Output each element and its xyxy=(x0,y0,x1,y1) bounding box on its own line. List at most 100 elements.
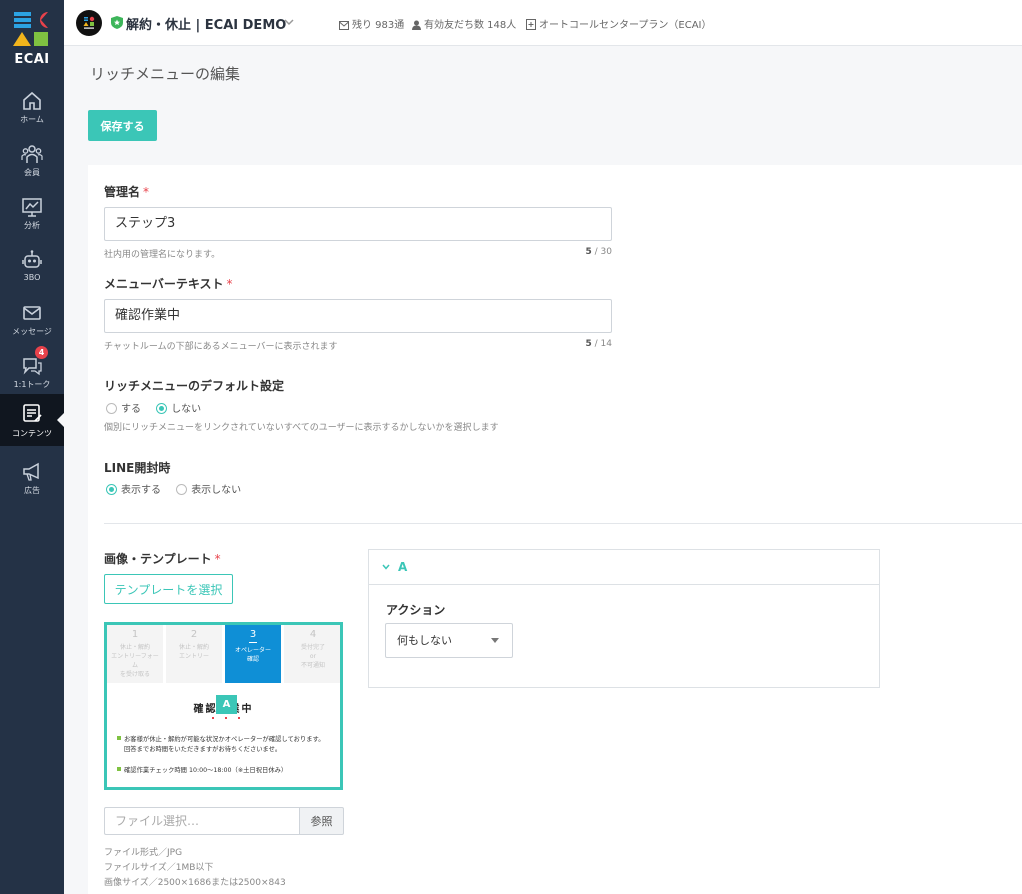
bar-text-input[interactable]: 確認作業中 xyxy=(104,299,612,333)
action-panel-header[interactable]: A xyxy=(369,550,879,585)
action-select[interactable]: 何もしない xyxy=(385,623,513,658)
members-icon xyxy=(21,145,43,163)
file-note: ファイルサイズ／1MB以下 xyxy=(104,863,214,873)
default-setting-radios: する しない xyxy=(106,400,213,415)
chevron-down-icon[interactable] xyxy=(284,17,294,27)
home-icon xyxy=(23,91,41,110)
robot-icon xyxy=(22,250,42,268)
area-marker-a[interactable]: A xyxy=(216,695,237,714)
sidebar-item-3bo[interactable]: 3BO xyxy=(0,245,64,297)
radio-label: する xyxy=(121,404,141,415)
form-card: 管理名 * ステップ3 社内用の管理名になります。 5 / 30 メニューバーテキ… xyxy=(88,165,1022,894)
sidebar-item-content[interactable]: コンテンツ xyxy=(0,394,64,446)
radio-selected-icon xyxy=(156,403,168,414)
name-count: 5 xyxy=(585,247,592,257)
file-select-input[interactable]: ファイル選択… xyxy=(104,807,300,835)
verified-shield-icon xyxy=(111,16,123,29)
sidebar-item-label: ホーム xyxy=(20,115,44,124)
ecai-logo[interactable]: ECAI xyxy=(12,10,52,68)
account-logo-icon xyxy=(83,16,95,29)
chevron-down-icon xyxy=(382,564,390,570)
default-radio-off[interactable]: しない xyxy=(156,400,201,415)
mail-icon xyxy=(339,21,349,30)
top-header: 解約・休止 | ECAI DEMO 残り 983通 有効友だち数 148人 オー… xyxy=(64,0,1022,46)
file-note: ファイル形式／JPG xyxy=(104,848,183,858)
line-open-label: LINE開封時 xyxy=(104,461,171,475)
radio-selected-icon xyxy=(106,484,117,495)
preview-step: 1 休止・解約 エントリーフォーム を受け取る xyxy=(107,625,165,683)
sidebar-item-members[interactable]: 会員 xyxy=(0,139,64,191)
section-divider xyxy=(104,523,1022,524)
line-open-radio-show[interactable]: 表示する xyxy=(106,481,161,496)
preview-line: お客様が休止・解約が可能な状況かオペレーターが確認しております。 xyxy=(117,735,337,745)
message-icon xyxy=(23,306,41,320)
name-input[interactable]: ステップ3 xyxy=(104,207,612,241)
action-label: アクション xyxy=(386,603,446,617)
plan-name: オートコールセンタープラン（ECAI） xyxy=(526,16,712,31)
preview-step: 2 休止・解約 エントリー xyxy=(166,625,224,683)
bar-text-help: チャットルームの下部にあるメニューバーに表示されます xyxy=(104,342,338,352)
step-number: 2 xyxy=(190,629,198,640)
ecai-logo-text: ECAI xyxy=(14,52,50,67)
step-number: 3 xyxy=(225,629,281,643)
radio-label: しない xyxy=(171,404,202,415)
sidebar-item-label: コンテンツ xyxy=(12,429,52,438)
sidebar: ECAI ホーム 会員 分析 3BO メッセージ 4 1:1トーク コンテンツ … xyxy=(0,0,64,894)
sidebar-item-label: 広告 xyxy=(24,486,40,495)
step-text: 休止・解約 エントリー xyxy=(178,644,209,660)
default-radio-on[interactable]: する xyxy=(106,400,141,415)
select-template-button[interactable]: テンプレートを選択 xyxy=(104,574,233,604)
radio-icon xyxy=(106,403,117,414)
required-mark: * xyxy=(214,552,221,566)
bar-text-counter: 5 / 14 xyxy=(548,339,613,349)
default-setting-help: 個別にリッチメニューをリンクされていないすべてのユーザーに表示するかしないかを選… xyxy=(104,423,499,433)
account-avatar[interactable] xyxy=(76,10,102,36)
radio-label: 表示する xyxy=(121,485,161,496)
area-marker-dots xyxy=(210,717,242,719)
remaining-messages-text: 残り 983通 xyxy=(352,20,405,31)
action-panel-title: A xyxy=(398,560,408,574)
preview-line-text: 確認作業チェック時間 10:00〜18:00（※土日祝日休み） xyxy=(124,767,288,774)
image-template-label: 画像・テンプレート * xyxy=(104,550,221,567)
page-title: リッチメニューの編集 xyxy=(90,65,241,83)
sidebar-item-label: 会員 xyxy=(24,168,40,177)
save-button[interactable]: 保存する xyxy=(88,110,157,141)
step-number: 1 xyxy=(131,629,139,640)
default-setting-label: リッチメニューのデフォルト設定 xyxy=(104,379,285,393)
preview-line: 確認作業チェック時間 10:00〜18:00（※土日祝日休み） xyxy=(117,766,337,776)
line-open-radio-hide[interactable]: 表示しない xyxy=(176,481,241,496)
name-label: 管理名 * xyxy=(104,183,149,200)
bar-text-label-text: メニューバーテキスト xyxy=(104,277,224,291)
rich-menu-preview[interactable]: 1 休止・解約 エントリーフォーム を受け取る 2 休止・解約 エントリー 3 オペレーター… xyxy=(104,622,343,790)
bar-text-max: / 14 xyxy=(594,339,612,349)
sidebar-item-analytics[interactable]: 分析 xyxy=(0,192,64,244)
radio-label: 表示しない xyxy=(191,485,242,496)
sidebar-item-home[interactable]: ホーム xyxy=(0,86,64,138)
step-text: オペレーター 確認 xyxy=(234,647,271,663)
analytics-icon xyxy=(22,198,42,217)
image-template-label-text: 画像・テンプレート xyxy=(104,552,212,566)
account-name[interactable]: 解約・休止 | ECAI DEMO xyxy=(126,14,286,33)
active-friends: 有効友だち数 148人 xyxy=(412,16,516,31)
browse-button[interactable]: 参照 xyxy=(299,807,344,835)
step-number: 4 xyxy=(309,629,317,640)
bar-text-label: メニューバーテキスト * xyxy=(104,275,233,292)
required-mark: * xyxy=(143,185,150,199)
preview-steps: 1 休止・解約 エントリーフォーム を受け取る 2 休止・解約 エントリー 3 オペレーター… xyxy=(107,625,340,683)
sidebar-item-ads[interactable]: 広告 xyxy=(0,457,64,509)
sidebar-item-label: 3BO xyxy=(23,273,41,282)
preview-step-active: 3 オペレーター 確認 xyxy=(225,625,283,683)
sidebar-item-label: 分析 xyxy=(24,221,40,230)
required-mark: * xyxy=(226,277,233,291)
line-open-radios: 表示する 表示しない xyxy=(106,481,253,496)
remaining-messages: 残り 983通 xyxy=(339,16,404,31)
preview-line: 回答までお時間をいただきますがお待ちくださいませ。 xyxy=(124,746,282,753)
bar-text-count: 5 xyxy=(585,339,592,349)
sidebar-item-message[interactable]: メッセージ xyxy=(0,298,64,350)
preview-step: 4 受付完了 or 不可通知 xyxy=(284,625,340,683)
action-panel: A アクション 何もしない xyxy=(368,549,880,688)
name-max: / 30 xyxy=(594,247,612,257)
user-icon xyxy=(412,20,421,30)
sidebar-item-label: メッセージ xyxy=(12,327,52,336)
preview-line-text: お客様が休止・解約が可能な状況かオペレーターが確認しております。 xyxy=(124,736,325,743)
